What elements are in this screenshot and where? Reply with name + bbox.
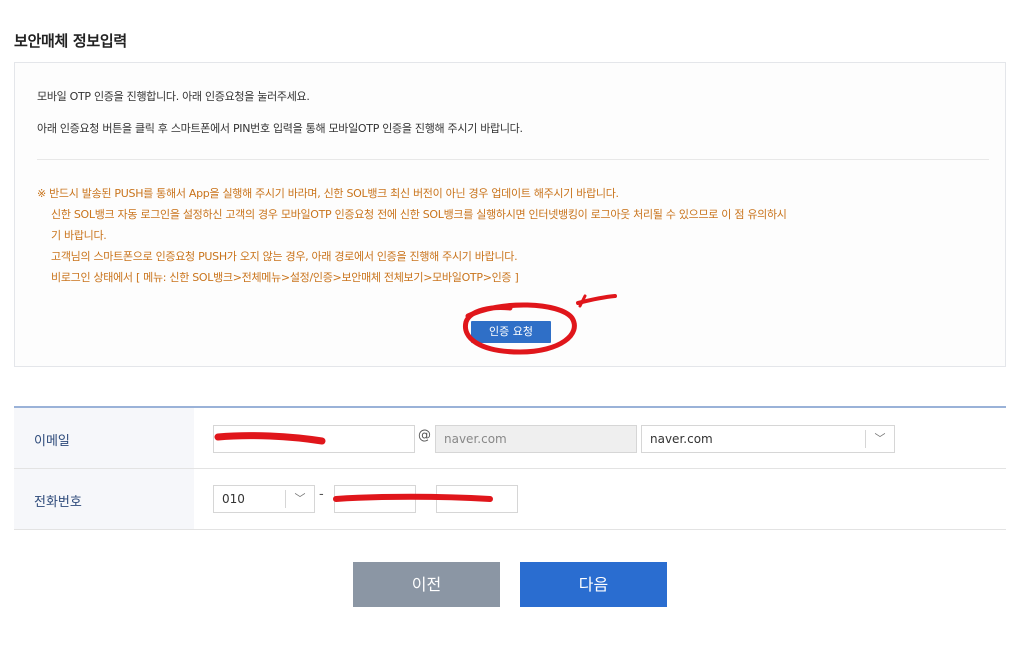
chevron-down-icon: ﹀ <box>865 430 894 448</box>
notice-line-5: 비로그인 상태에서 [ 메뉴: 신한 SOL뱅크>전체메뉴>설정/인증>보안매체… <box>51 271 519 284</box>
phone-label: 전화번호 <box>34 495 82 510</box>
phone-mid-input[interactable] <box>334 485 416 513</box>
next-button[interactable]: 다음 <box>520 562 667 607</box>
notice-line-4: 고객님의 스마트폰으로 인증요청 PUSH가 오지 않는 경우, 아래 경로에서… <box>51 250 518 263</box>
email-row: 이메일 @ naver.com naver.com ﹀ <box>14 408 1006 469</box>
email-label-cell: 이메일 <box>14 408 194 468</box>
email-domain-value: naver.com <box>444 432 507 446</box>
section-title: 보안매체 정보입력 <box>14 32 127 50</box>
chevron-down-icon: ﹀ <box>285 490 314 508</box>
phone-last-input[interactable] <box>436 485 518 513</box>
email-domain-select[interactable]: naver.com ﹀ <box>641 425 895 453</box>
notice-line-3: 기 바랍니다. <box>51 229 107 242</box>
notice-line-2: 신한 SOL뱅크 자동 로그인을 설정하신 고객의 경우 모바일OTP 인증요청… <box>51 208 787 221</box>
phone-dash: - <box>319 487 324 502</box>
auth-request-button[interactable]: 인증 요청 <box>471 321 551 343</box>
email-label: 이메일 <box>34 434 70 449</box>
info-line-1: 모바일 OTP 인증을 진행합니다. 아래 인증요청을 눌러주세요. <box>37 90 310 103</box>
email-domain-select-value: naver.com <box>650 432 713 446</box>
email-domain-input[interactable]: naver.com <box>435 425 637 453</box>
phone-label-cell: 전화번호 <box>14 469 194 529</box>
phone-row: 전화번호 010 ﹀ - <box>14 469 1006 530</box>
info-box: 모바일 OTP 인증을 진행합니다. 아래 인증요청을 눌러주세요. 아래 인증… <box>14 62 1006 367</box>
notice-block: ※ 반드시 발송된 PUSH를 통해서 App을 실행해 주시기 바라며, 신한… <box>37 183 987 288</box>
phone-prefix-value: 010 <box>222 492 245 506</box>
prev-button[interactable]: 이전 <box>353 562 500 607</box>
form-table: 이메일 @ naver.com naver.com ﹀ 전화번호 010 ﹀ - <box>14 406 1006 530</box>
page: 보안매체 정보입력 모바일 OTP 인증을 진행합니다. 아래 인증요청을 눌러… <box>0 0 1024 650</box>
email-local-input[interactable] <box>213 425 415 453</box>
email-at-sign: @ <box>418 428 431 443</box>
info-line-2: 아래 인증요청 버튼을 클릭 후 스마트폰에서 PIN번호 입력을 통해 모바일… <box>37 122 523 135</box>
notice-line-1: ※ 반드시 발송된 PUSH를 통해서 App을 실행해 주시기 바라며, 신한… <box>37 187 619 200</box>
info-divider <box>37 159 989 160</box>
phone-prefix-select[interactable]: 010 ﹀ <box>213 485 315 513</box>
